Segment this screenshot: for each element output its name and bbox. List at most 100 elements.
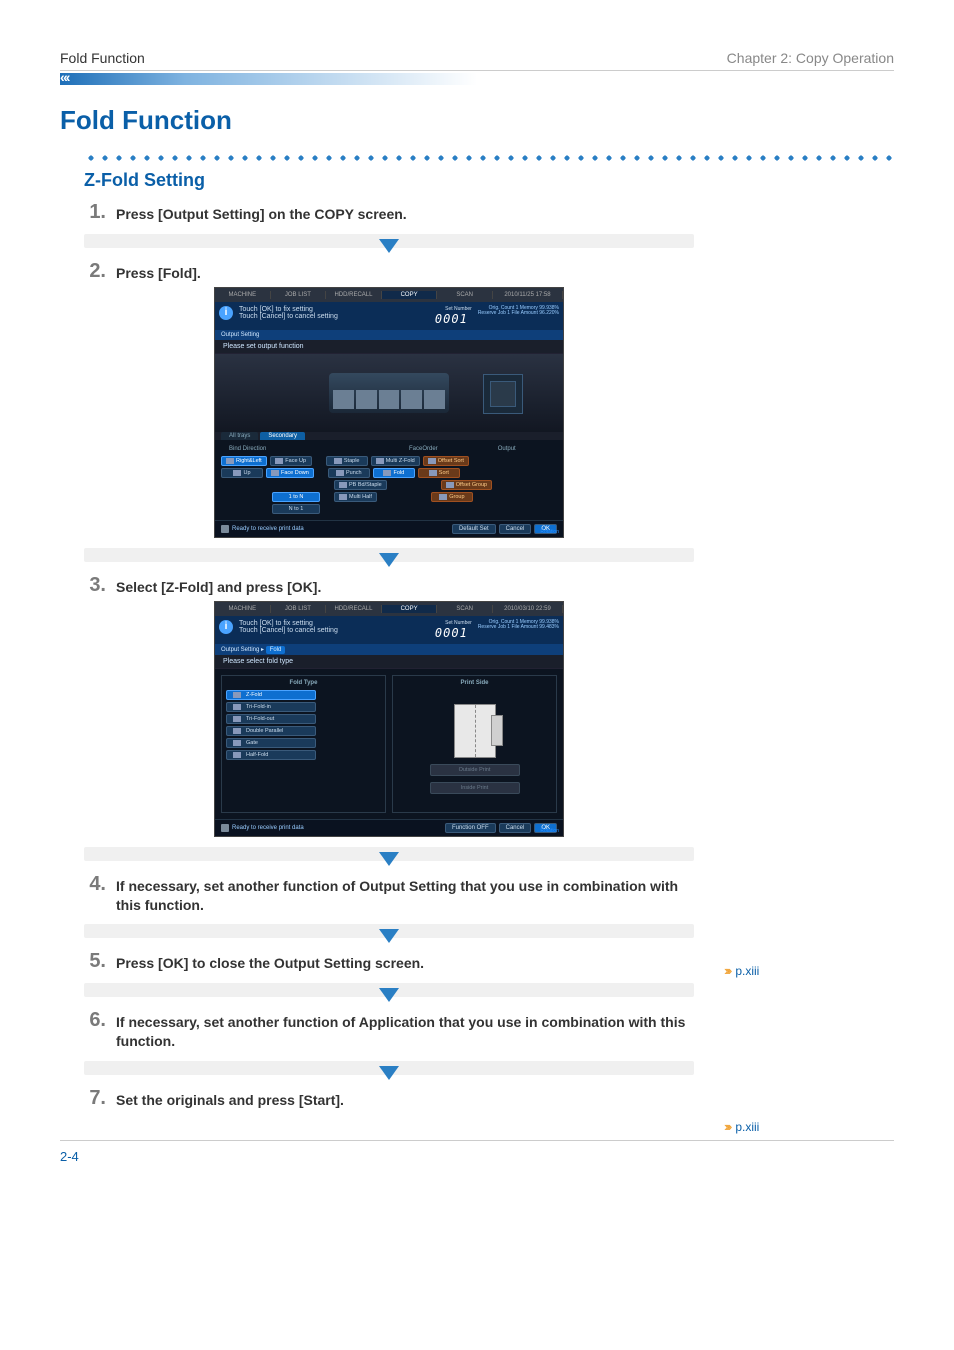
tab-scan[interactable]: SCAN xyxy=(437,291,493,299)
printer-status: Ready to receive print data xyxy=(221,525,304,533)
fold-preview xyxy=(454,704,496,758)
step-text: If necessary, set another function of Ou… xyxy=(116,873,694,915)
tray-graphic xyxy=(329,373,449,413)
xref-step4[interactable]: ›››› p.xiii xyxy=(724,963,854,978)
rotation-indicator: Rotation xyxy=(540,828,559,834)
staple-icon xyxy=(334,458,342,464)
btn-outside-print[interactable]: Outside Print xyxy=(430,764,520,776)
faceup-icon xyxy=(275,458,283,464)
btn-offsetgroup[interactable]: Offset Group xyxy=(441,480,492,490)
hdr-msg1: Touch [OK] to fix setting xyxy=(239,306,425,314)
step-3: 3. Select [Z-Fold] and press [OK]. xyxy=(84,574,694,597)
section-title: Z-Fold Setting xyxy=(84,170,894,191)
prev-page-nav[interactable] xyxy=(60,73,894,85)
chevron-down-icon xyxy=(379,239,399,253)
btn-staple[interactable]: Staple xyxy=(326,456,368,466)
col-print-side: Print Side xyxy=(460,680,488,686)
step-number: 3. xyxy=(84,574,106,596)
step-text: Set the originals and press [Start]. xyxy=(116,1087,344,1110)
chevron-down-icon xyxy=(379,929,399,943)
xref-step6[interactable]: ›››› p.xiii xyxy=(724,1119,854,1134)
tab-scan[interactable]: SCAN xyxy=(437,605,493,613)
tab-machine[interactable]: MACHINE xyxy=(215,291,271,299)
printer-status: Ready to receive print data xyxy=(221,824,304,832)
prompt: Please select fold type xyxy=(215,655,563,669)
btn-nto1[interactable]: N to 1 xyxy=(272,504,320,514)
bind-up-icon xyxy=(233,470,241,476)
col-face: FaceOrder xyxy=(409,446,438,452)
btn-cancel[interactable]: Cancel xyxy=(499,823,532,833)
col-bind: Bind Direction xyxy=(229,446,349,452)
multihalf-icon xyxy=(339,494,347,500)
btn-sort[interactable]: Sort xyxy=(418,468,460,478)
set-number: 0001 xyxy=(431,626,472,640)
step-connector xyxy=(84,1055,694,1081)
btn-inside-print[interactable]: Inside Print xyxy=(430,782,520,794)
hdr-msg2: Touch [Cancel] to cancel setting xyxy=(239,313,425,321)
tab-copy[interactable]: COPY xyxy=(382,291,438,299)
datetime: 2010/11/25 17:58 xyxy=(493,291,563,299)
xref-link[interactable]: p.xiii xyxy=(735,964,759,978)
btn-cancel[interactable]: Cancel xyxy=(499,524,532,534)
btn-multihalf[interactable]: Multi Half xyxy=(334,492,377,502)
btn-multiz[interactable]: Multi Z-Fold xyxy=(371,456,420,466)
btn-offsetsort[interactable]: Offset Sort xyxy=(423,456,469,466)
halffold-icon xyxy=(233,752,241,758)
tab-copy[interactable]: COPY xyxy=(382,605,438,613)
offsetgroup-icon xyxy=(446,482,454,488)
btn-punch[interactable]: Punch xyxy=(328,468,370,478)
step-number: 2. xyxy=(84,260,106,282)
paper-preview xyxy=(483,374,523,414)
step-text: Press [Output Setting] on the COPY scree… xyxy=(116,201,407,224)
btn-1ton[interactable]: 1 to N xyxy=(272,492,320,502)
group-icon xyxy=(439,494,447,500)
pb-icon xyxy=(339,482,347,488)
btn-group[interactable]: Group xyxy=(431,492,473,502)
tab-recall[interactable]: HDD/RECALL xyxy=(326,605,382,613)
meta-val: 96.220% xyxy=(539,310,559,316)
btn-trifoldin[interactable]: Tri-Fold-in xyxy=(226,702,316,712)
tab-joblist[interactable]: JOB LIST xyxy=(271,291,327,299)
btn-default[interactable]: Default Set xyxy=(452,524,496,534)
btn-rightleft[interactable]: Right&Left xyxy=(221,456,267,466)
btn-facedown[interactable]: Face Down xyxy=(266,468,314,478)
step-number: 5. xyxy=(84,950,106,972)
btn-function-off[interactable]: Function OFF xyxy=(445,823,496,833)
step-6: 6. If necessary, set another function of… xyxy=(84,1009,694,1051)
tab-alltrays[interactable]: All trays xyxy=(221,432,258,440)
chevron-down-icon xyxy=(379,553,399,567)
btn-zfold[interactable]: Z-Fold xyxy=(226,690,316,700)
meta-val: 1 xyxy=(507,624,510,630)
breadcrumb: Output Setting ▸ Fold xyxy=(215,644,563,655)
tab-machine[interactable]: MACHINE xyxy=(215,605,271,613)
xref-arrow-icon: ›››› xyxy=(724,963,729,978)
step-text: Press [Fold]. xyxy=(116,260,201,283)
btn-fold[interactable]: Fold xyxy=(373,468,415,478)
step-connector xyxy=(84,542,694,568)
btn-up[interactable]: Up xyxy=(221,468,263,478)
step-number: 6. xyxy=(84,1009,106,1031)
tab-recall[interactable]: HDD/RECALL xyxy=(326,291,382,299)
info-icon: i xyxy=(219,306,233,320)
tab-joblist[interactable]: JOB LIST xyxy=(271,605,327,613)
facedown-icon xyxy=(271,470,279,476)
tab-secondary[interactable]: Secondary xyxy=(260,432,305,440)
datetime: 2010/03/10 22:59 xyxy=(493,605,563,613)
btn-doubleparallel[interactable]: Double Parallel xyxy=(226,726,316,736)
hdr-msg1: Touch [OK] to fix setting xyxy=(239,620,425,628)
running-head-right: Chapter 2: Copy Operation xyxy=(727,50,894,66)
xref-link[interactable]: p.xiii xyxy=(735,1120,759,1134)
step-connector xyxy=(84,918,694,944)
multiz-icon xyxy=(376,458,384,464)
btn-trifoldout[interactable]: Tri-Fold-out xyxy=(226,714,316,724)
step-number: 1. xyxy=(84,201,106,223)
btn-gate[interactable]: Gate xyxy=(226,738,316,748)
hdr-msg2: Touch [Cancel] to cancel setting xyxy=(239,627,425,635)
crumb-item[interactable]: Output Setting xyxy=(221,647,259,653)
btn-pb[interactable]: PB Bd/Staple xyxy=(334,480,387,490)
btn-faceup[interactable]: Face Up xyxy=(270,456,312,466)
btn-halffold[interactable]: Half-Fold xyxy=(226,750,316,760)
step-4: 4. If necessary, set another function of… xyxy=(84,873,694,915)
page-number: 2-4 xyxy=(60,1140,894,1164)
bind-icon xyxy=(226,458,234,464)
